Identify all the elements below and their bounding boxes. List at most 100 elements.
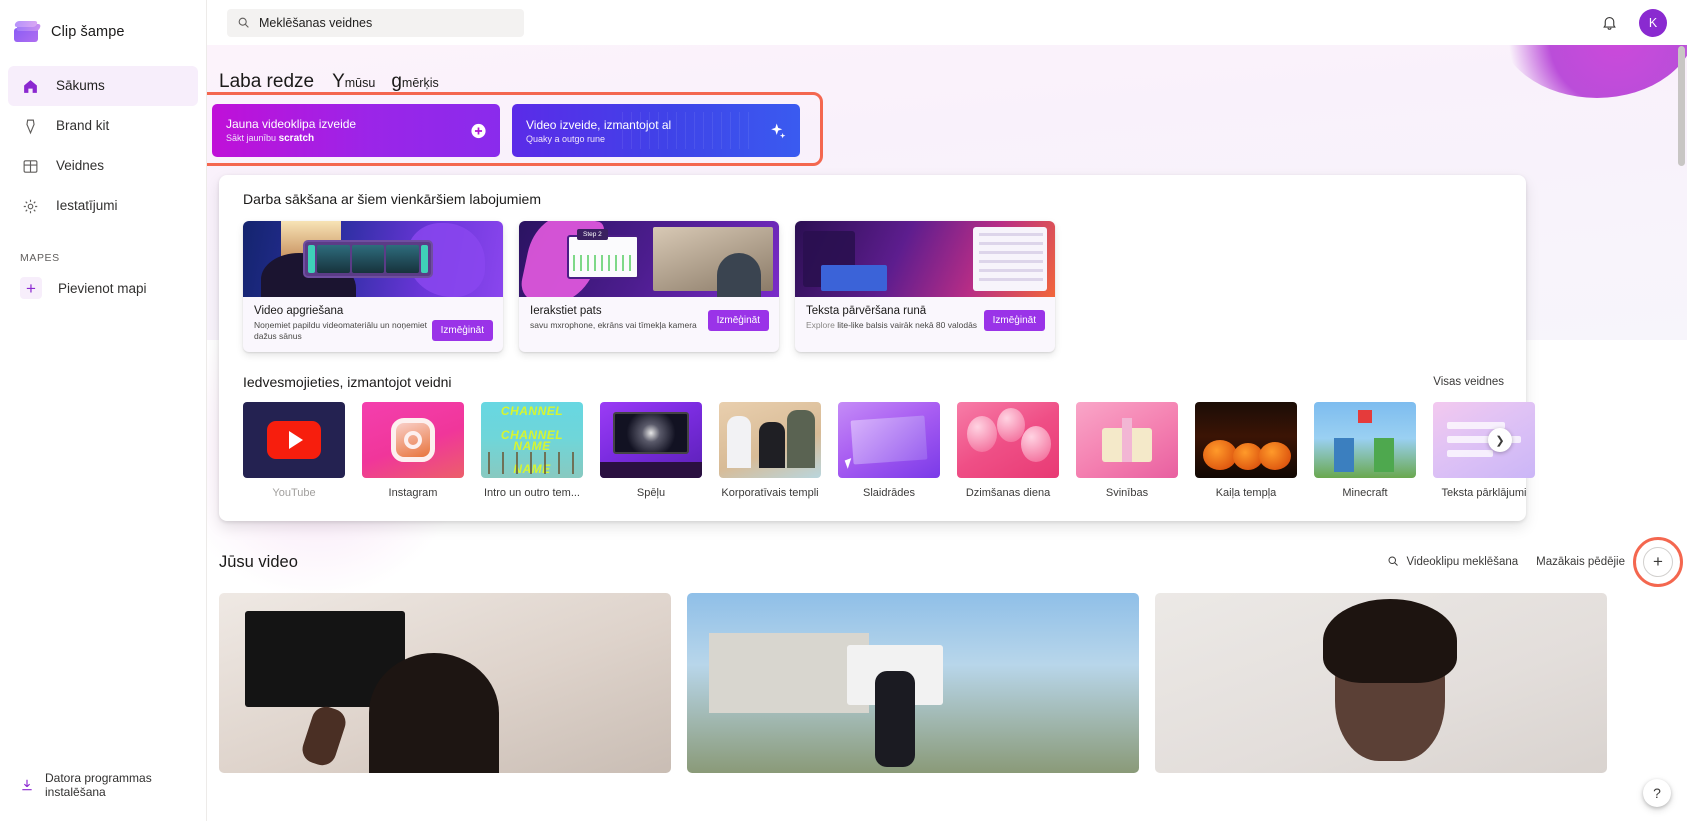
greeting-part-2: Ymūsu — [332, 71, 375, 93]
sidebar: Clip šampe Sākums Brand kit Veidnes — [0, 0, 207, 821]
video-search-button[interactable]: Videoklipu meklēšana — [1387, 555, 1518, 570]
card-subtitle-rest: lite-like balsis vairāk nekā 80 valodās — [837, 320, 977, 330]
greeting-part-1: Laba redze — [219, 71, 314, 93]
template-item-minecraft[interactable]: Minecraft — [1314, 402, 1416, 499]
video-card[interactable] — [687, 593, 1139, 773]
template-label: Dzimšanas diena — [957, 487, 1059, 499]
your-videos-list — [219, 593, 1687, 773]
template-item-instagram[interactable]: Instagram — [362, 402, 464, 499]
brand-kit-icon — [20, 116, 40, 136]
search-input[interactable] — [259, 16, 514, 30]
sidebar-item-brand-kit[interactable]: Brand kit — [8, 106, 198, 146]
template-label: Minecraft — [1314, 487, 1416, 499]
avatar[interactable]: K — [1639, 9, 1667, 37]
template-item-corporate[interactable]: Korporatīvais templi — [719, 402, 821, 499]
plus-icon: + — [20, 277, 42, 299]
try-button[interactable]: Izmēģināt — [708, 310, 769, 331]
template-item-text-overlay[interactable]: Teksta pārklājumi — [1433, 402, 1535, 499]
card-subtitle-prefix: Explore — [806, 320, 835, 330]
template-item-gaming[interactable]: Spēļu — [600, 402, 702, 499]
add-folder-button[interactable]: + Pievienot mapi — [8, 268, 198, 308]
templates-row: YouTube Instagram CHANNELCHANNELNAMENAME… — [243, 402, 1508, 499]
template-label: Instagram — [362, 487, 464, 499]
template-item-celebration[interactable]: Svinības — [1076, 402, 1178, 499]
install-desktop-app-button[interactable]: Datora programmas instalēšana — [0, 759, 206, 821]
template-label: Spēļu — [600, 487, 702, 499]
action-title: Jauna videoklipa izveide — [226, 117, 356, 131]
sidebar-item-label: Brand kit — [56, 119, 109, 133]
your-videos-title: Jūsu video — [219, 553, 298, 572]
install-desktop-app-label: Datora programmas instalēšana — [45, 771, 206, 799]
brand: Clip šampe — [0, 0, 206, 48]
try-button[interactable]: Izmēģināt — [984, 310, 1045, 331]
create-video-with-ai-button[interactable]: Video izveide, izmantojot al Quaky a out… — [512, 104, 800, 157]
action-subtitle: Sākt jaunību scratch — [226, 133, 356, 144]
sidebar-item-veidnes[interactable]: Veidnes — [8, 146, 198, 186]
template-label: Kaiļa tempļa — [1195, 487, 1297, 499]
hero-actions: Jauna videoklipa izveide Sākt jaunību sc… — [207, 102, 831, 157]
page-content: Laba redze Ymūsu gmērķis Jauna videoklip… — [207, 71, 1687, 773]
quick-edit-card-record[interactable]: Step 2 Ierakstiet pats savu mxrophone, e… — [519, 221, 779, 352]
template-item-slides[interactable]: Slaidrādes — [838, 402, 940, 499]
gear-icon — [20, 196, 40, 216]
quick-edit-card-trim[interactable]: Video apgriešana Noņemiet papildu videom… — [243, 221, 503, 352]
template-item-birthday[interactable]: Dzimšanas diena — [957, 402, 1059, 499]
sidebar-nav: Sākums Brand kit Veidnes Iestatījumi — [0, 66, 206, 226]
template-thumbnail — [243, 402, 345, 478]
search-icon — [237, 16, 250, 29]
see-all-templates-link[interactable]: Visas veidnes — [1433, 376, 1504, 388]
card-subtitle: Noņemiet papildu videomateriālu un noņem… — [254, 320, 444, 341]
template-label: Korporatīvais templi — [719, 487, 821, 499]
bell-icon[interactable] — [1595, 9, 1623, 37]
page-title: Laba redze Ymūsu gmērķis — [219, 71, 1687, 93]
sort-dropdown[interactable]: Mazākais pēdējie — [1536, 556, 1625, 568]
try-button[interactable]: Izmēģināt — [432, 320, 493, 341]
video-card[interactable] — [219, 593, 671, 773]
main-content: K Laba redze Ymūsu gmērķis Jauna videokl… — [207, 0, 1687, 821]
template-thumbnail: CHANNELCHANNELNAMENAME — [481, 402, 583, 478]
create-new-video-button[interactable]: Jauna videoklipa izveide Sākt jaunību sc… — [212, 104, 500, 157]
hero-actions-wrapper: Jauna videoklipa izveide Sākt jaunību sc… — [207, 102, 831, 157]
template-thumbnail — [719, 402, 821, 478]
sidebar-item-sakums[interactable]: Sākums — [8, 66, 198, 106]
your-videos-toolbar: Videoklipu meklēšana Mazākais pēdējie + — [1387, 547, 1673, 577]
plus-circle-icon — [470, 122, 487, 139]
template-item-intro-outro[interactable]: CHANNELCHANNELNAMENAME Intro un outro te… — [481, 402, 583, 499]
your-videos-header: Jūsu video Videoklipu meklēšana Mazākais… — [219, 547, 1673, 577]
card-subtitle: Explore lite-like balsis vairāk nekā 80 … — [806, 320, 996, 331]
template-item-halloween[interactable]: Kaiļa tempļa — [1195, 402, 1297, 499]
template-search[interactable] — [227, 9, 524, 37]
text-to-speech-thumb — [795, 221, 1055, 297]
clipchamp-logo-icon — [14, 21, 40, 43]
template-label: Slaidrādes — [838, 487, 940, 499]
template-thumbnail — [362, 402, 464, 478]
app-root: Clip šampe Sākums Brand kit Veidnes — [0, 0, 1687, 821]
template-thumbnail — [1314, 402, 1416, 478]
template-item-youtube[interactable]: YouTube — [243, 402, 345, 499]
quick-edits-title: Darba sākšana ar šiem vienkāršiem laboju… — [243, 191, 1508, 207]
brand-name: Clip šampe — [51, 24, 125, 40]
getting-started-panel: Darba sākšana ar šiem vienkāršiem laboju… — [219, 175, 1526, 521]
template-label: YouTube — [243, 487, 345, 499]
video-trim-thumb — [243, 221, 503, 297]
template-label: Svinības — [1076, 487, 1178, 499]
video-card[interactable] — [1155, 593, 1607, 773]
question-mark-icon[interactable]: ? — [1643, 779, 1671, 807]
greeting-part-3: gmērķis — [391, 71, 438, 93]
home-icon — [20, 76, 40, 96]
record-yourself-thumb: Step 2 — [519, 221, 779, 297]
quick-edit-cards: Video apgriešana Noņemiet papildu videom… — [243, 221, 1508, 352]
template-label: Teksta pārklājumi — [1433, 487, 1535, 499]
template-thumbnail — [957, 402, 1059, 478]
template-thumbnail — [838, 402, 940, 478]
search-icon — [1387, 555, 1399, 570]
sidebar-item-iestatijumi[interactable]: Iestatījumi — [8, 186, 198, 226]
vertical-scrollbar[interactable] — [1678, 46, 1685, 166]
download-icon — [20, 778, 34, 792]
template-label: Intro un outro tem... — [481, 487, 583, 499]
quick-edit-card-tts[interactable]: Teksta pārvēršana runā Explore lite-like… — [795, 221, 1055, 352]
template-thumbnail — [1433, 402, 1535, 478]
add-video-button[interactable]: + — [1643, 547, 1673, 577]
video-search-label: Videoklipu meklēšana — [1406, 556, 1518, 568]
sidebar-item-label: Iestatījumi — [56, 199, 118, 213]
